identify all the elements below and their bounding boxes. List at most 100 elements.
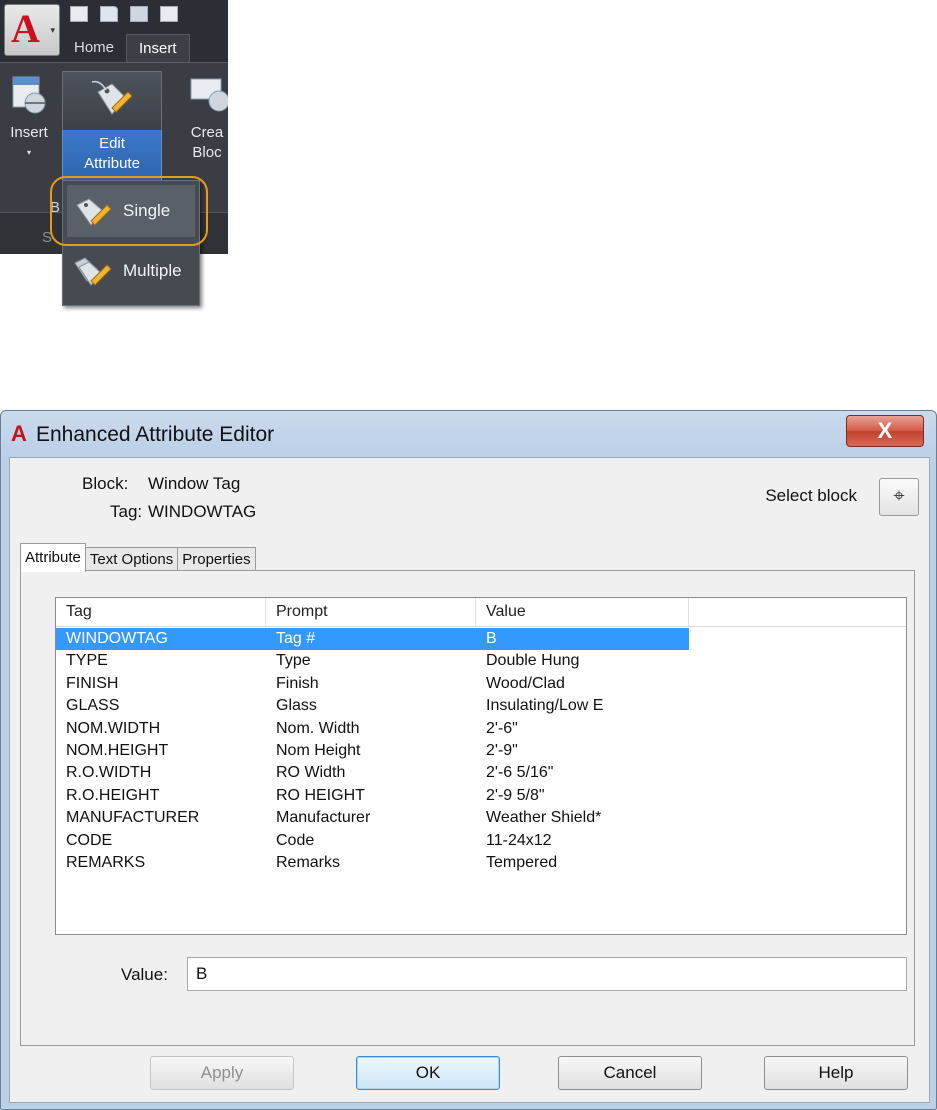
- help-button[interactable]: Help: [764, 1056, 908, 1090]
- autocad-logo-icon: A: [11, 421, 27, 446]
- close-button[interactable]: X: [846, 415, 924, 447]
- cell-value: 2'-9 5/8": [486, 786, 545, 804]
- column-header-prompt[interactable]: Prompt: [266, 598, 476, 626]
- quick-access-toolbar: [66, 2, 182, 32]
- application-menu-button[interactable]: A ▾: [4, 4, 60, 56]
- new-icon[interactable]: [66, 2, 92, 26]
- block-label: Block:: [82, 474, 129, 493]
- cell-value: 11-24x12: [486, 831, 552, 849]
- dialog-title: Enhanced Attribute Editor: [36, 423, 275, 446]
- chevron-down-icon: ▾: [50, 25, 55, 35]
- cell-value: Tempered: [486, 853, 558, 871]
- tag-label: Tag:: [110, 502, 143, 521]
- cell-value: 2'-6": [486, 719, 518, 737]
- table-row[interactable]: NOM.WIDTH Nom. Width 2'-6": [56, 718, 906, 740]
- cell-prompt: Nom Height: [276, 741, 361, 759]
- edit-attribute-label-line1: Edit: [99, 135, 125, 152]
- ok-button[interactable]: OK: [356, 1056, 500, 1090]
- cell-prompt: Code: [276, 831, 315, 849]
- value-label: Value:: [121, 965, 168, 984]
- list-body: WINDOWTAG Tag # B TYPE Type Double Hung FINISH…: [56, 628, 906, 874]
- insert-block-icon: [7, 73, 51, 117]
- cell-prompt: Tag #: [276, 630, 316, 647]
- tab-properties[interactable]: Properties: [177, 547, 256, 572]
- cell-tag: REMARKS: [66, 853, 146, 871]
- close-icon: X: [877, 418, 893, 443]
- cell-tag: FINISH: [66, 674, 119, 692]
- insert-button[interactable]: Insert ▾: [4, 67, 54, 217]
- table-row[interactable]: FINISH Finish Wood/Clad: [56, 673, 906, 695]
- column-header-value[interactable]: Value: [476, 598, 689, 626]
- tab-attribute[interactable]: Attribute: [20, 543, 86, 572]
- tab-text-options[interactable]: Text Options: [84, 547, 179, 572]
- cell-value: 2'-6 5/16": [486, 764, 554, 782]
- edit-attribute-label-line2: Attribute: [84, 155, 140, 172]
- cell-value: Insulating/Low E: [486, 697, 604, 715]
- cancel-button[interactable]: Cancel: [558, 1056, 702, 1090]
- table-row[interactable]: NOM.HEIGHT Nom Height 2'-9": [56, 740, 906, 762]
- select-block-label: Select block: [765, 486, 857, 505]
- cell-prompt: Glass: [276, 697, 317, 715]
- tag-value: WINDOWTAG: [148, 502, 257, 521]
- table-row[interactable]: CODE Code 11-24x12: [56, 830, 906, 852]
- table-row[interactable]: MANUFACTURER Manufacturer Weather Shield*: [56, 807, 906, 829]
- value-field[interactable]: [187, 957, 907, 991]
- cell-tag: TYPE: [66, 652, 108, 670]
- cell-prompt: Type: [276, 652, 311, 670]
- cell-value: Double Hung: [486, 652, 580, 670]
- menu-item-multiple-label: Multiple: [123, 261, 182, 280]
- insert-button-label: Insert: [10, 124, 48, 141]
- cell-prompt: Nom. Width: [276, 719, 360, 737]
- crosshair-icon: ⌖: [893, 485, 905, 507]
- tab-insert[interactable]: Insert: [126, 34, 190, 63]
- cell-tag: CODE: [66, 831, 113, 849]
- cell-prompt: RO HEIGHT: [276, 786, 365, 804]
- table-row[interactable]: TYPE Type Double Hung: [56, 650, 906, 672]
- cell-prompt: Finish: [276, 674, 319, 692]
- cell-tag: MANUFACTURER: [66, 809, 200, 827]
- cell-tag: WINDOWTAG: [66, 630, 168, 647]
- attribute-tab-page: Tag Prompt Value WINDOWTAG Tag # B TYPE Type…: [20, 570, 915, 1046]
- tab-home[interactable]: Home: [62, 34, 126, 62]
- chevron-down-icon: ▾: [26, 148, 31, 157]
- title-bar: A Enhanced Attribute Editor X: [1, 411, 936, 457]
- attribute-list[interactable]: Tag Prompt Value WINDOWTAG Tag # B TYPE Type…: [55, 597, 907, 935]
- dialog-tabs: Attribute Text Options Properties: [20, 543, 256, 572]
- cell-value: B: [486, 630, 497, 647]
- cell-tag: R.O.WIDTH: [66, 764, 152, 782]
- menu-item-multiple[interactable]: Multiple: [67, 245, 195, 297]
- cell-tag: R.O.HEIGHT: [66, 786, 160, 804]
- select-block-button[interactable]: ⌖: [879, 478, 919, 516]
- table-row[interactable]: R.O.HEIGHT RO HEIGHT 2'-9 5/8": [56, 785, 906, 807]
- cell-tag: NOM.WIDTH: [66, 719, 161, 737]
- edit-attribute-multiple-icon: [73, 255, 115, 289]
- column-header-tag[interactable]: Tag: [56, 598, 266, 626]
- saveas-icon[interactable]: [156, 2, 182, 26]
- create-block-icon: [185, 73, 228, 117]
- list-header: Tag Prompt Value: [56, 598, 906, 627]
- table-row[interactable]: R.O.WIDTH RO Width 2'-6 5/16": [56, 762, 906, 784]
- dialog-body: Block: Window Tag Tag: WINDOWTAG Select …: [9, 457, 930, 1103]
- cell-value: Wood/Clad: [486, 674, 565, 692]
- cell-tag: GLASS: [66, 697, 120, 715]
- cell-value: Weather Shield*: [486, 809, 602, 827]
- ribbon-tabs: Home Insert: [62, 34, 190, 63]
- edit-attribute-icon: [90, 78, 134, 122]
- autocad-logo-icon: A: [11, 6, 40, 51]
- open-icon[interactable]: [96, 2, 122, 26]
- cell-value: 2'-9": [486, 741, 518, 759]
- create-block-label-line2: Bloc: [192, 144, 222, 161]
- cell-prompt: Manufacturer: [276, 809, 371, 827]
- table-row[interactable]: WINDOWTAG Tag # B: [56, 628, 906, 650]
- cell-tag: NOM.HEIGHT: [66, 741, 169, 759]
- enhanced-attribute-editor-dialog: A Enhanced Attribute Editor X Block: Win…: [0, 410, 937, 1110]
- highlight-callout: [50, 176, 208, 246]
- save-icon[interactable]: [126, 2, 152, 26]
- cell-prompt: RO Width: [276, 764, 346, 782]
- table-row[interactable]: GLASS Glass Insulating/Low E: [56, 695, 906, 717]
- table-row[interactable]: REMARKS Remarks Tempered: [56, 852, 906, 874]
- apply-button[interactable]: Apply: [150, 1056, 294, 1090]
- create-block-label-line1: Crea: [190, 124, 224, 141]
- block-value: Window Tag: [148, 474, 241, 493]
- cell-prompt: Remarks: [276, 853, 341, 871]
